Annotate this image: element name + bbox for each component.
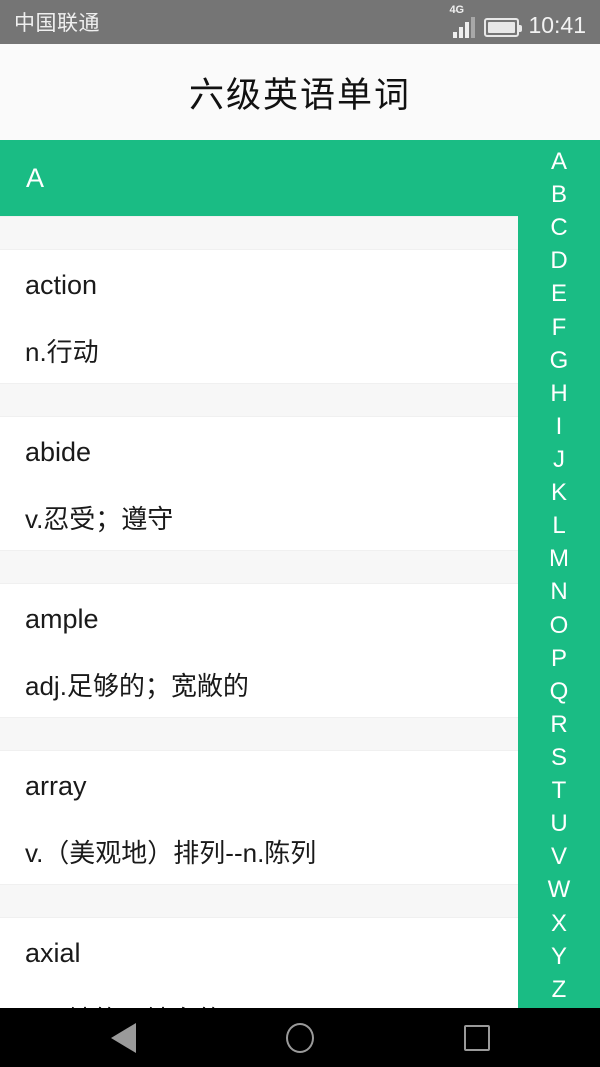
alphabet-index-letter-x[interactable]: X [518, 911, 600, 936]
word-term: action [25, 270, 98, 300]
back-triangle-icon [110, 1022, 136, 1053]
phone-screen: 中国联通 4G 10:41 六级英语单词 A action n.行动 abide… [0, 0, 600, 1067]
alphabet-index-letter-e[interactable]: E [518, 282, 600, 306]
status-bar: 中国联通 4G 10:41 [0, 0, 600, 44]
home-circle-icon [286, 1022, 314, 1053]
word-meaning: adj.足够的；宽敞的 [25, 671, 249, 701]
alphabet-index-letter-s[interactable]: S [518, 745, 600, 770]
status-icons: 4G 10:41 [449, 4, 586, 38]
alphabet-index-letter-r[interactable]: R [518, 712, 600, 737]
alphabet-index-letter-f[interactable]: F [518, 315, 600, 340]
alphabet-index-letter-v[interactable]: V [518, 845, 600, 869]
alphabet-index-letter-k[interactable]: K [518, 481, 600, 505]
list-item[interactable]: axial adj.轴的；轴向的 [0, 918, 518, 1008]
word-term: abide [25, 437, 92, 467]
word-term: ample [25, 604, 99, 634]
alphabet-index-letter-h[interactable]: H [518, 381, 600, 406]
alphabet-index-letter-y[interactable]: Y [518, 944, 600, 969]
signal-bar-4 [471, 17, 476, 38]
alphabet-index-letter-c[interactable]: C [518, 216, 600, 240]
word-term: axial [25, 938, 81, 968]
section-letter: A [26, 162, 45, 193]
alphabet-index-letter-i[interactable]: I [518, 414, 600, 439]
signal-bar-1 [453, 32, 458, 38]
list-divider [0, 216, 518, 250]
app-title-bar: 六级英语单词 [0, 44, 600, 140]
list-item[interactable]: abide v.忍受；遵守 [0, 417, 518, 550]
alphabet-index-letter-m[interactable]: M [518, 547, 600, 571]
signal-bar-3 [465, 22, 470, 38]
alphabet-index-letter-w[interactable]: W [518, 878, 600, 902]
alphabet-index-letter-j[interactable]: J [518, 447, 600, 472]
alphabet-index-bar[interactable]: ABCDEFGHIJKLMNOPQRSTUVWXYZ [518, 140, 600, 1008]
list-divider [0, 550, 518, 584]
section-header-a: A [0, 140, 518, 216]
list-divider [0, 884, 518, 918]
alphabet-index-letter-a[interactable]: A [518, 150, 600, 174]
alphabet-index-letter-n[interactable]: N [518, 580, 600, 604]
carrier-label: 中国联通 [14, 12, 100, 35]
android-nav-bar [0, 1008, 600, 1067]
word-meaning: v.（美观地）排列--n.陈列 [25, 838, 317, 868]
word-meaning: n.行动 [25, 337, 99, 367]
alphabet-index-letter-t[interactable]: T [518, 779, 600, 803]
page-title: 六级英语单词 [188, 75, 411, 115]
word-term: array [25, 771, 87, 801]
network-type-label: 4G [449, 4, 465, 16]
alphabet-index-letter-u[interactable]: U [518, 812, 600, 836]
list-divider [0, 717, 518, 751]
list-item[interactable]: action n.行动 [0, 250, 518, 383]
alphabet-index-letter-o[interactable]: O [518, 613, 600, 638]
recents-square-icon [464, 1024, 490, 1051]
list-divider [0, 383, 518, 417]
nav-recents-button[interactable] [447, 1008, 507, 1067]
alphabet-index-letter-z[interactable]: Z [518, 977, 600, 1002]
word-list[interactable]: A action n.行动 abide v.忍受；遵守 ample adj.足够… [0, 140, 518, 1008]
alphabet-index-letter-d[interactable]: D [518, 249, 600, 273]
alphabet-index-letter-q[interactable]: Q [518, 679, 600, 704]
nav-back-button[interactable] [93, 1008, 153, 1067]
alphabet-index-letter-p[interactable]: P [518, 646, 600, 671]
signal-bars-icon: 4G [449, 4, 476, 38]
list-item[interactable]: array v.（美观地）排列--n.陈列 [0, 751, 518, 884]
alphabet-index-letter-b[interactable]: B [518, 183, 600, 207]
signal-bars [453, 17, 476, 38]
alphabet-index-letter-g[interactable]: G [518, 348, 600, 373]
clock-label: 10:41 [528, 12, 586, 38]
battery-level-fill [488, 22, 516, 33]
signal-bar-2 [459, 27, 464, 38]
alphabet-index-letter-l[interactable]: L [518, 514, 600, 538]
list-item[interactable]: ample adj.足够的；宽敞的 [0, 584, 518, 717]
word-meaning: v.忍受；遵守 [25, 504, 174, 534]
battery-full-icon [484, 18, 523, 37]
nav-home-button[interactable] [270, 1008, 330, 1067]
